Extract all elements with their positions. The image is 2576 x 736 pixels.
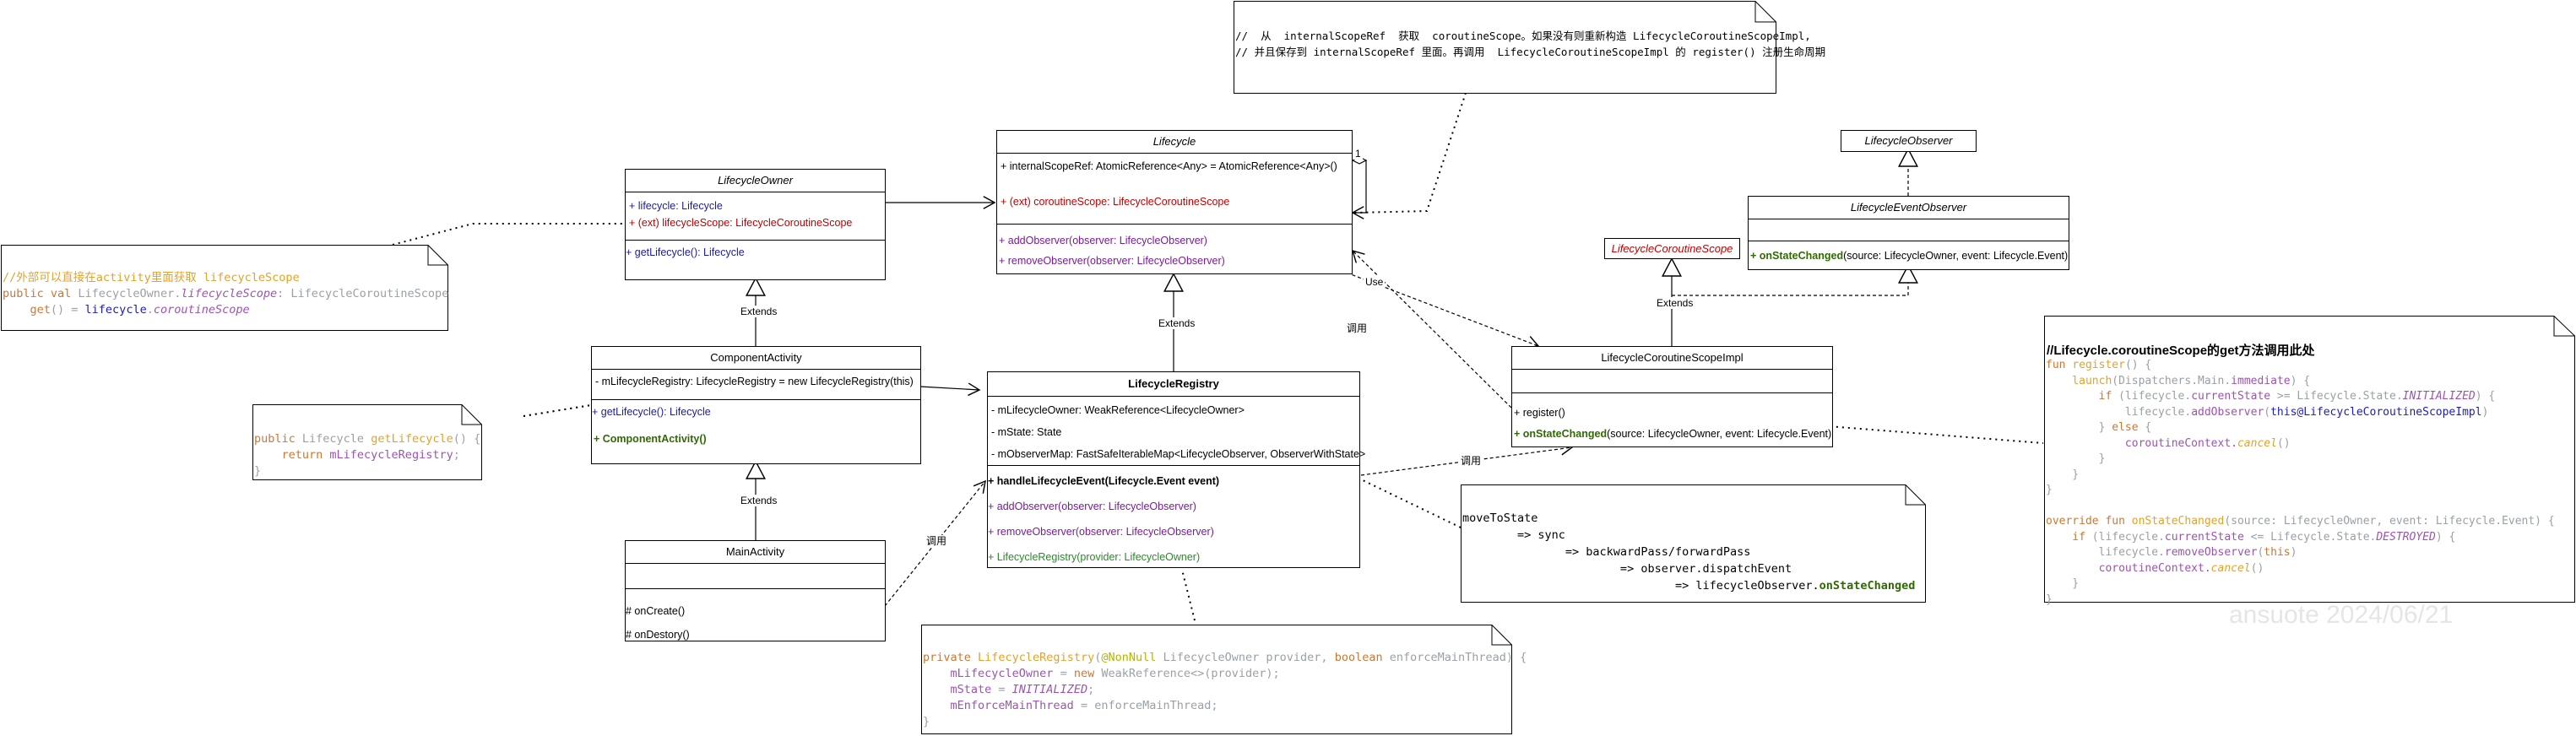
class-name: LifecycleOwner [626, 170, 885, 192]
class-lifecycle-registry[interactable]: LifecycleRegistry - mLifecycleOwner: Wea… [987, 371, 1366, 568]
class-name: LifecycleEventObserver [1749, 197, 2069, 219]
class-lifecycle-coroutine-scope[interactable]: LifecycleCoroutineScope [1604, 238, 1740, 259]
class-name: ComponentActivity [592, 347, 920, 370]
note-move-to-state: moveToState => sync => backwardPass/forw… [1461, 484, 1926, 603]
op-constructor: + LifecycleRegistry(provider: LifecycleO… [988, 551, 1201, 563]
class-main-activity[interactable]: MainActivity # onCreate() # onDestory() [625, 540, 886, 641]
class-name: LifecycleObserver [1864, 134, 1953, 147]
class-lifecycle[interactable]: Lifecycle + internalScopeRef: AtomicRefe… [996, 130, 1353, 274]
note-top-text: // 从 internalScopeRef 获取 coroutineScope。… [1235, 30, 1826, 58]
attr-observer-map: - mObserverMap: FastSafeIterableMap<Life… [991, 448, 1366, 460]
watermark: ansuote 2024/06/21 [2229, 601, 2454, 629]
self-association-edge [1351, 160, 1367, 219]
call-label: 调用 [1459, 455, 1483, 467]
note-anchor [392, 223, 625, 246]
attr-lifecycle-owner: - mLifecycleOwner: WeakReference<Lifecyc… [991, 404, 1245, 416]
op-register: + register() [1514, 407, 1565, 419]
extends-label: Extends [1157, 317, 1197, 329]
extends-label: Extends [739, 306, 779, 317]
attr-lifecycle-scope: + (ext) lifecycleScope: LifecycleCorouti… [629, 217, 853, 229]
op-constructor: + ComponentActivity() [594, 433, 707, 445]
op-add-observer: + addObserver(observer: LifecycleObserve… [999, 235, 1207, 246]
note-anchor [523, 404, 592, 417]
attr-coroutine-scope: + (ext) coroutineScope: LifecycleCorouti… [1001, 196, 1230, 208]
note-registry-code: private LifecycleRegistry(@NonNull Lifec… [923, 651, 1527, 728]
note-lifecycle-scope-code: //外部可以直接在activity里面获取 lifecycleScope pub… [3, 271, 449, 317]
extends-label: Extends [1655, 297, 1695, 309]
class-name: LifecycleRegistry [988, 372, 1359, 397]
attr-state: - mState: State [991, 426, 1062, 438]
call-label: 调用 [1345, 322, 1369, 334]
note-anchor [1360, 479, 1462, 528]
op-handle-lifecycle-event: + handleLifecycleEvent(Lifecycle.Event e… [988, 475, 1220, 487]
class-component-activity[interactable]: ComponentActivity - mLifecycleRegistry: … [591, 346, 921, 464]
op-remove-observer: + removeObserver(observer: LifecycleObse… [988, 526, 1214, 538]
op-on-state-changed: + onStateChanged(source: LifecycleOwner,… [1514, 428, 1832, 440]
call-edge [1351, 249, 1512, 409]
op-on-create: # onCreate() [626, 605, 686, 617]
attr-internal-scope-ref: + internalScopeRef: AtomicReference<Any>… [1001, 160, 1337, 172]
note-top: // 从 internalScopeRef 获取 coroutineScope。… [1234, 1, 1825, 94]
op-get-lifecycle: + getLifecycle(): Lifecycle [626, 246, 745, 258]
note-register: //Lifecycle.coroutineScope的get方法调用此处 fun… [2044, 316, 2575, 606]
class-name: LifecycleCoroutineScopeImpl [1512, 347, 1832, 370]
attr-lifecycle: + lifecycle: Lifecycle [629, 200, 723, 212]
implements-edge [1672, 264, 1918, 296]
multiplicity-label: 1 [1353, 148, 1363, 160]
attr-lifecycle-registry: - mLifecycleRegistry: LifecycleRegistry … [595, 376, 914, 387]
note-get-lifecycle-code: public Lifecycle getLifecycle() { return… [254, 432, 481, 478]
note-move-code: moveToState => sync => backwardPass/forw… [1462, 511, 1916, 593]
op-remove-observer: + removeObserver(observer: LifecycleObse… [999, 255, 1225, 267]
class-lifecycle-event-observer[interactable]: LifecycleEventObserver + onStateChanged(… [1748, 196, 2069, 270]
note-get-lifecycle: public Lifecycle getLifecycle() { return… [252, 404, 482, 480]
class-lifecycle-coroutine-scope-impl[interactable]: LifecycleCoroutineScopeImpl + register()… [1511, 346, 1833, 447]
class-lifecycle-owner[interactable]: LifecycleOwner + lifecycle: Lifecycle + … [625, 169, 886, 280]
class-name: LifecycleCoroutineScope [1611, 242, 1733, 255]
op-add-observer: + addObserver(observer: LifecycleObserve… [988, 501, 1196, 512]
call-label: 调用 [925, 535, 949, 547]
note-anchor [1354, 92, 1467, 214]
class-name: Lifecycle [997, 131, 1352, 154]
class-lifecycle-observer[interactable]: LifecycleObserver [1841, 130, 1977, 152]
class-name: MainActivity [626, 541, 885, 564]
extends-label: Extends [739, 495, 779, 506]
op-on-state-changed: + onStateChanged(source: LifecycleOwner,… [1750, 250, 2069, 262]
note-register-code: fun register() { launch(Dispatchers.Main… [2046, 359, 2555, 606]
note-anchor [1181, 569, 1196, 621]
use-label: Use [1364, 276, 1386, 288]
note-lifecycle-scope: //外部可以直接在activity里面获取 lifecycleScope pub… [1, 245, 448, 331]
note-registry-constructor: private LifecycleRegistry(@NonNull Lifec… [921, 625, 1527, 734]
note-register-title: //Lifecycle.coroutineScope的get方法调用此处 [2047, 344, 2315, 358]
op-get-lifecycle: + getLifecycle(): Lifecycle [592, 406, 711, 418]
op-on-destory: # onDestory() [626, 629, 690, 641]
note-anchor [1806, 424, 2044, 444]
association-edge [919, 382, 981, 397]
